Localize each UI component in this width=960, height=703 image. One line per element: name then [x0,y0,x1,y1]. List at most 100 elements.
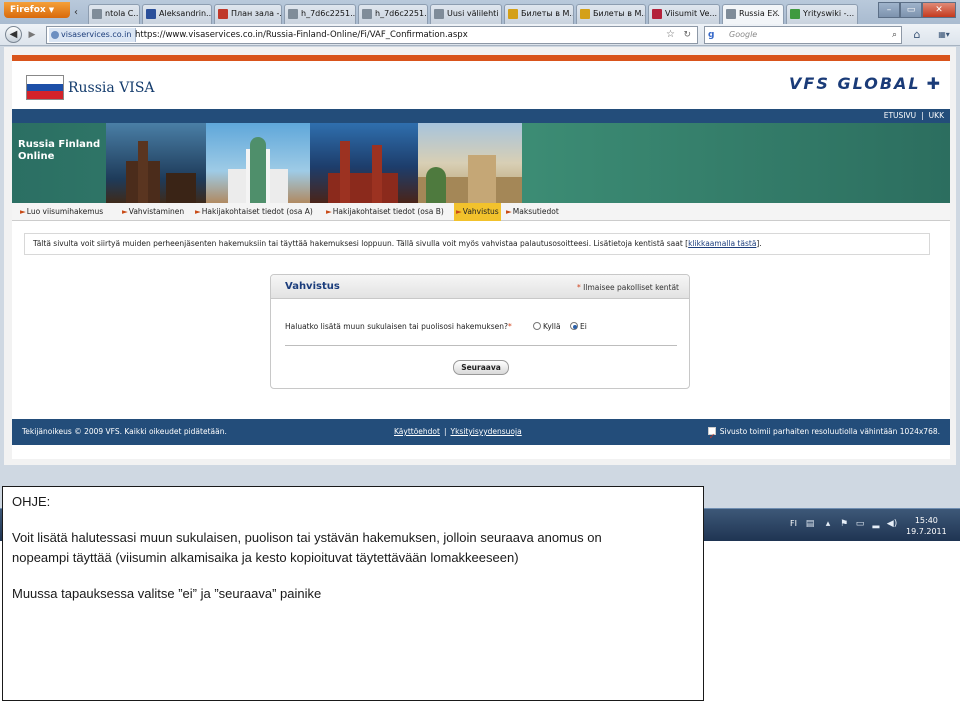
required-asterisk: * [577,283,581,292]
banner-photo-church [106,123,206,203]
banner-photo-red-church [310,123,418,203]
search-icon[interactable]: ⌕ [892,27,897,43]
home-icon[interactable]: ⌂ [907,27,927,43]
radio-button-icon[interactable] [533,322,541,330]
close-icon[interactable]: ✕ [922,2,956,18]
clock-time: 15:40 [914,516,938,525]
tab-label: Билеты в М... [521,9,574,18]
required-note-text: Ilmaisee pakolliset kentät [583,283,679,292]
banner-photo-cathedral [206,123,310,203]
volume-icon[interactable]: ◀) [886,518,898,530]
maximize-icon[interactable]: ▭ [900,2,922,18]
browser-tab[interactable]: Aleksandrin... [142,4,212,24]
tab-label: Aleksandrin... [159,9,212,18]
question-text: Haluatko lisätä muun sukulaisen tai puol… [285,322,508,331]
crown-icon [508,8,518,19]
top-nav-bar: ETUSIVU | UKK [12,109,950,123]
seuraava-button[interactable]: Seuraava [453,360,509,375]
topnav-link-etusivu[interactable]: ETUSIVU [884,111,916,120]
browser-tab[interactable]: Viisumit Ve... [648,4,720,24]
info-text-box: Tältä sivulta voit siirtyä muiden perhee… [24,233,930,255]
arrow-right-icon: ► [456,207,462,216]
instruction-title: OHJE: [12,494,51,509]
tab-label: Uusi välilehti [447,9,499,18]
breadcrumb-step-active[interactable]: ►Vahvistus [454,203,501,221]
network-icon[interactable]: ▂ [870,518,882,530]
tab-label: План зала -... [231,9,282,18]
clock-date: 19.7.2011 [906,527,947,536]
firefox-menu-button[interactable]: Firefox ▼ [4,2,70,18]
page-icon [288,8,298,19]
browser-tab[interactable]: Yrityswiki -... [786,4,858,24]
browser-window: Firefox ▼ ‹ ntola C... Aleksandrin... План … [0,0,960,541]
tab-close-icon[interactable]: ✕ [771,5,779,23]
tab-scroll-left-icon[interactable]: ‹ [74,5,86,21]
browser-tab[interactable]: Билеты в М... [576,4,646,24]
page-icon [362,8,372,19]
url-text[interactable]: https://www.visaservices.co.in/Russia-Fi… [135,27,468,43]
browser-tab[interactable]: h_7d6c2251... [358,4,428,24]
monitor-icon[interactable]: ▭ [854,518,866,530]
browser-tab[interactable]: Билеты в М... [504,4,574,24]
tab-label: ntola C... [105,9,140,18]
topnav-separator: | [921,111,924,120]
google-icon[interactable]: g [708,29,720,41]
search-input[interactable]: Google [729,27,757,43]
arrow-right-icon: ► [195,207,201,216]
page-footer: Tekijänoikeus © 2009 VFS. Kaikki oikeude… [12,419,950,450]
tab-label: Билеты в М... [593,9,646,18]
site-identity-badge[interactable]: visaservices.co.in [49,28,137,42]
arrow-right-icon: ► [20,207,26,216]
required-note: * Ilmaisee pakolliset kentät [577,283,679,292]
radio-kylla[interactable]: Kyllä [533,322,561,331]
breadcrumb-step[interactable]: ►Hakijakohtaiset tiedot (osa A) [195,203,313,221]
info-text-end: ]. [756,239,762,248]
browser-tab[interactable]: Uusi välilehti [430,4,502,24]
flag-icon[interactable]: ⚑ [838,518,850,530]
forward-arrow-icon[interactable]: ▶ [25,28,39,42]
banner-photo-fortress [418,123,522,203]
info-link[interactable]: klikkaamalla tästä [688,239,756,248]
arrow-right-icon: ► [122,207,128,216]
breadcrumb-label: Vahvistus [462,207,499,216]
footer-link-terms[interactable]: Käyttöehdot [394,427,440,436]
breadcrumb-label: Hakijakohtaiset tiedot (osa A) [201,207,313,216]
vfs-global-logo[interactable]: VFS GLOBAL ✚ [789,74,942,93]
browser-tab[interactable]: h_7d6c2251... [284,4,356,24]
breadcrumb-label: Hakijakohtaiset tiedot (osa B) [332,207,444,216]
breadcrumb-step[interactable]: ►Vahvistaminen [122,203,184,221]
reload-icon[interactable]: ↻ [683,27,691,43]
copyright-text: Tekijänoikeus © 2009 VFS. Kaikki oikeude… [22,427,227,436]
navigation-toolbar: ◀ ▶ visaservices.co.in https://www.visas… [0,24,960,46]
form-title: Vahvistus [285,281,340,292]
language-indicator[interactable]: FI [790,519,797,528]
arrow-up-icon[interactable]: ▴ [822,518,834,530]
chevron-down-icon: ▼ [48,6,55,14]
browser-tab[interactable]: План зала -... [214,4,282,24]
breadcrumb-label: Vahvistaminen [128,207,185,216]
url-bar[interactable]: visaservices.co.in https://www.visaservi… [46,26,698,44]
back-arrow-icon[interactable]: ◀ [5,26,22,43]
clock[interactable]: 15:40 19.7.2011 [906,515,947,537]
browser-tab[interactable]: ntola C... [88,4,140,24]
tab-bar: Firefox ▼ ‹ ntola C... Aleksandrin... План … [0,0,960,25]
breadcrumb-step[interactable]: ►Maksutiedot [506,203,559,221]
footer-link-privacy[interactable]: Yksityisyydensuoja [450,427,521,436]
topnav-link-ukk[interactable]: UKK [929,111,944,120]
breadcrumb-step[interactable]: ►Hakijakohtaiset tiedot (osa B) [326,203,444,221]
menu-icon[interactable]: ▦▾ [932,27,956,43]
browser-tab-active[interactable]: Russia E... ✕ [722,4,784,25]
keyboard-icon[interactable]: ▤ [804,518,816,530]
minimize-icon[interactable]: – [878,2,900,18]
arrow-right-icon: ► [506,207,512,216]
radio-button-selected-icon[interactable] [570,322,578,330]
tab-label: h_7d6c2251... [375,9,428,18]
radio-label: Ei [580,322,587,331]
logo-row: Russia VISA VFS GLOBAL ✚ [12,61,950,109]
bookmark-star-icon[interactable]: ☆ [666,27,675,43]
brand-title: Russia VISA [68,80,155,96]
breadcrumb-step[interactable]: ►Luo viisumihakemus [20,203,103,221]
radio-ei[interactable]: Ei [570,322,587,331]
search-bar[interactable]: g Google ⌕ [704,26,902,44]
globe-icon [51,31,59,39]
